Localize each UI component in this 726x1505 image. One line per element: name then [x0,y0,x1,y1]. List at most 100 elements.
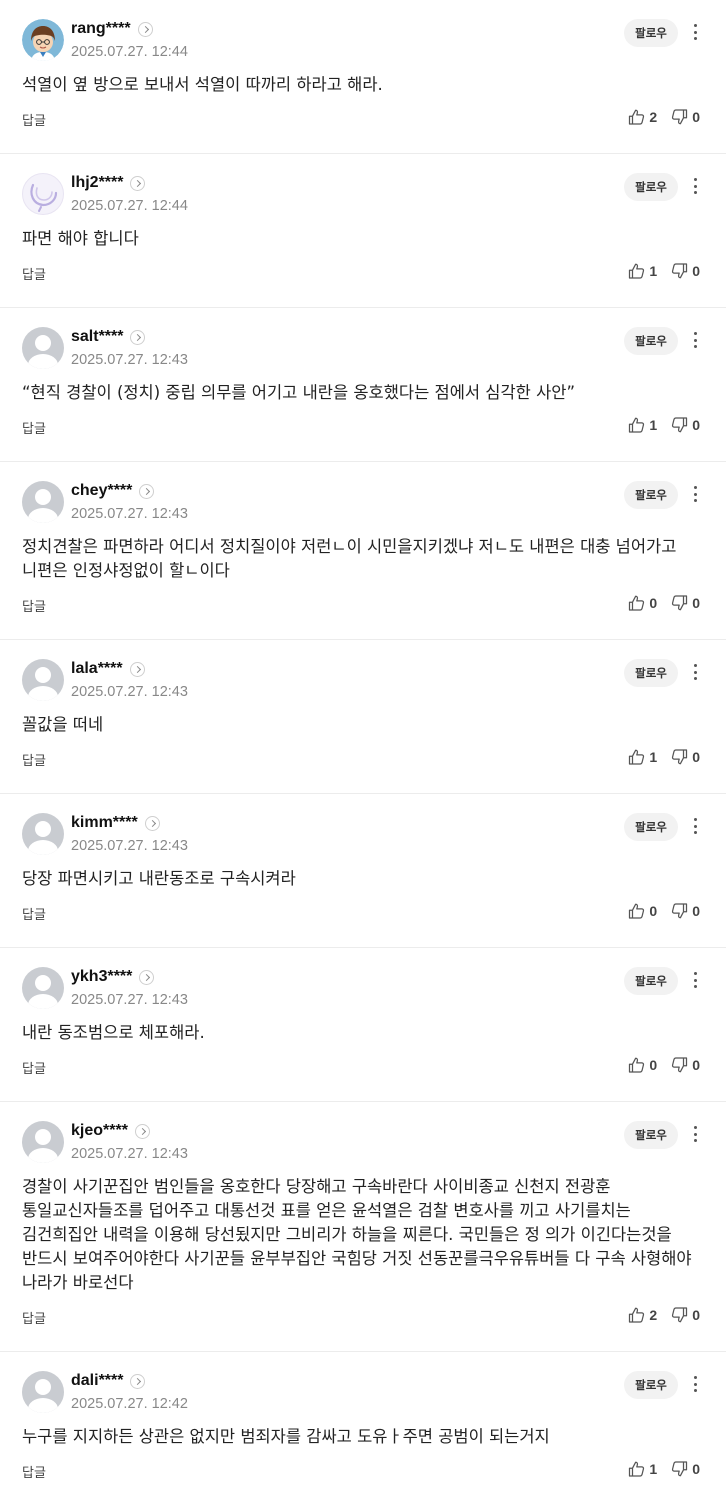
nickname-row[interactable]: kjeo**** [71,1121,150,1141]
nickname-row[interactable]: lala**** [71,659,145,679]
dislike-button[interactable]: 0 [671,595,700,611]
nickname[interactable]: ykh3**** [71,968,132,986]
like-button[interactable]: 2 [628,1307,657,1323]
comment-item: chey**** 2025.07.27. 12:43 팔로우 정치견찰은 파면하… [0,462,726,640]
follow-button[interactable]: 팔로우 [624,481,678,509]
more-options-icon[interactable] [692,662,698,682]
follow-button[interactable]: 팔로우 [624,19,678,47]
reply-button[interactable]: 답글 [22,1058,46,1077]
vote-group: 2 0 [628,109,700,125]
comment-text: 당장 파면시키고 내란동조로 구속시켜라 [22,869,296,888]
nickname-row[interactable]: salt**** [71,327,146,347]
follow-button[interactable]: 팔로우 [624,813,678,841]
reply-button[interactable]: 답글 [22,904,46,923]
more-options-icon[interactable] [692,484,698,504]
follow-button[interactable]: 팔로우 [624,173,678,201]
comment-footer: 답글 2 0 [22,97,726,153]
reply-button[interactable]: 답글 [22,596,46,615]
profile-arrow-icon[interactable] [130,175,146,191]
profile-arrow-icon[interactable] [139,969,155,985]
reply-button[interactable]: 답글 [22,264,46,283]
thumbs-up-icon [629,109,645,125]
avatar-default[interactable] [22,1371,64,1413]
avatar-default[interactable] [22,481,64,523]
dislike-button[interactable]: 0 [671,903,700,919]
like-button[interactable]: 2 [628,109,657,125]
nickname[interactable]: kimm**** [71,814,138,832]
nickname-row[interactable]: rang**** [71,19,153,39]
nickname-row[interactable]: chey**** [71,481,155,501]
comment-text: 정치견찰은 파면하라 어디서 정치질이야 저런ㄴ이 시민을지키겠냐 저ㄴ도 내편… [22,537,677,580]
dislike-count: 0 [692,417,700,433]
more-options-icon[interactable] [692,330,698,350]
like-count: 1 [649,749,658,765]
profile-arrow-icon[interactable] [130,1373,146,1389]
like-button[interactable]: 0 [628,1057,657,1073]
dislike-count: 0 [692,749,700,765]
more-options-icon[interactable] [692,22,698,42]
like-button[interactable]: 0 [628,595,657,611]
dislike-button[interactable]: 0 [671,1057,700,1073]
dislike-button[interactable]: 0 [671,263,700,279]
comment-date: 2025.07.27. 12:43 [71,506,188,522]
nickname[interactable]: lhj2**** [71,174,123,192]
dislike-button[interactable]: 0 [671,1461,700,1477]
comment-header: salt**** 2025.07.27. 12:43 팔로우 [22,327,726,371]
reply-button[interactable]: 답글 [22,1308,46,1327]
dislike-count: 0 [692,595,700,611]
dislike-button[interactable]: 0 [671,749,700,765]
profile-arrow-icon[interactable] [144,815,160,831]
nickname[interactable]: salt**** [71,328,123,346]
reply-button[interactable]: 답글 [22,750,46,769]
comment-list: rang**** 2025.07.27. 12:44 팔로우 석열이 옆 방으로… [0,0,726,1505]
more-options-icon[interactable] [692,1374,698,1394]
nickname[interactable]: dali**** [71,1372,123,1390]
more-options-icon[interactable] [692,970,698,990]
comment-header: rang**** 2025.07.27. 12:44 팔로우 [22,19,726,63]
follow-button[interactable]: 팔로우 [624,1121,678,1149]
more-options-icon[interactable] [692,1124,698,1144]
more-options-icon[interactable] [692,816,698,836]
comment-text: 내란 동조범으로 체포해라. [22,1023,205,1042]
dislike-button[interactable]: 0 [671,417,700,433]
nickname-row[interactable]: kimm**** [71,813,160,833]
avatar-cartoon[interactable] [22,19,64,61]
nickname[interactable]: rang**** [71,20,131,38]
avatar-default[interactable] [22,813,64,855]
dislike-button[interactable]: 0 [671,1307,700,1323]
nickname-row[interactable]: ykh3**** [71,967,155,987]
like-button[interactable]: 1 [628,417,657,433]
profile-arrow-icon[interactable] [129,661,145,677]
avatar-default[interactable] [22,967,64,1009]
avatar-default[interactable] [22,327,64,369]
avatar-default[interactable] [22,1121,64,1163]
reply-button[interactable]: 답글 [22,418,46,437]
avatar-swirl[interactable] [22,173,64,215]
like-button[interactable]: 0 [628,903,657,919]
follow-button[interactable]: 팔로우 [624,659,678,687]
comment-text: 누구를 지지하든 상관은 없지만 범죄자를 감싸고 도유ㅏ주면 공범이 되는거지 [22,1427,550,1446]
thumbs-up-icon [629,595,645,611]
like-button[interactable]: 1 [628,263,657,279]
profile-arrow-icon[interactable] [139,483,155,499]
nickname[interactable]: chey**** [71,482,132,500]
follow-button[interactable]: 팔로우 [624,327,678,355]
avatar-default[interactable] [22,659,64,701]
nickname-row[interactable]: lhj2**** [71,173,146,193]
thumbs-up-icon [629,903,645,919]
like-button[interactable]: 1 [628,749,657,765]
reply-button[interactable]: 답글 [22,1462,46,1481]
vote-group: 0 0 [628,595,700,611]
follow-button[interactable]: 팔로우 [624,967,678,995]
nickname[interactable]: kjeo**** [71,1122,128,1140]
profile-arrow-icon[interactable] [137,21,153,37]
nickname-row[interactable]: dali**** [71,1371,146,1391]
like-button[interactable]: 1 [628,1461,657,1477]
profile-arrow-icon[interactable] [130,329,146,345]
dislike-button[interactable]: 0 [671,109,700,125]
more-options-icon[interactable] [692,176,698,196]
follow-button[interactable]: 팔로우 [624,1371,678,1399]
nickname[interactable]: lala**** [71,660,123,678]
reply-button[interactable]: 답글 [22,110,46,129]
profile-arrow-icon[interactable] [134,1123,150,1139]
